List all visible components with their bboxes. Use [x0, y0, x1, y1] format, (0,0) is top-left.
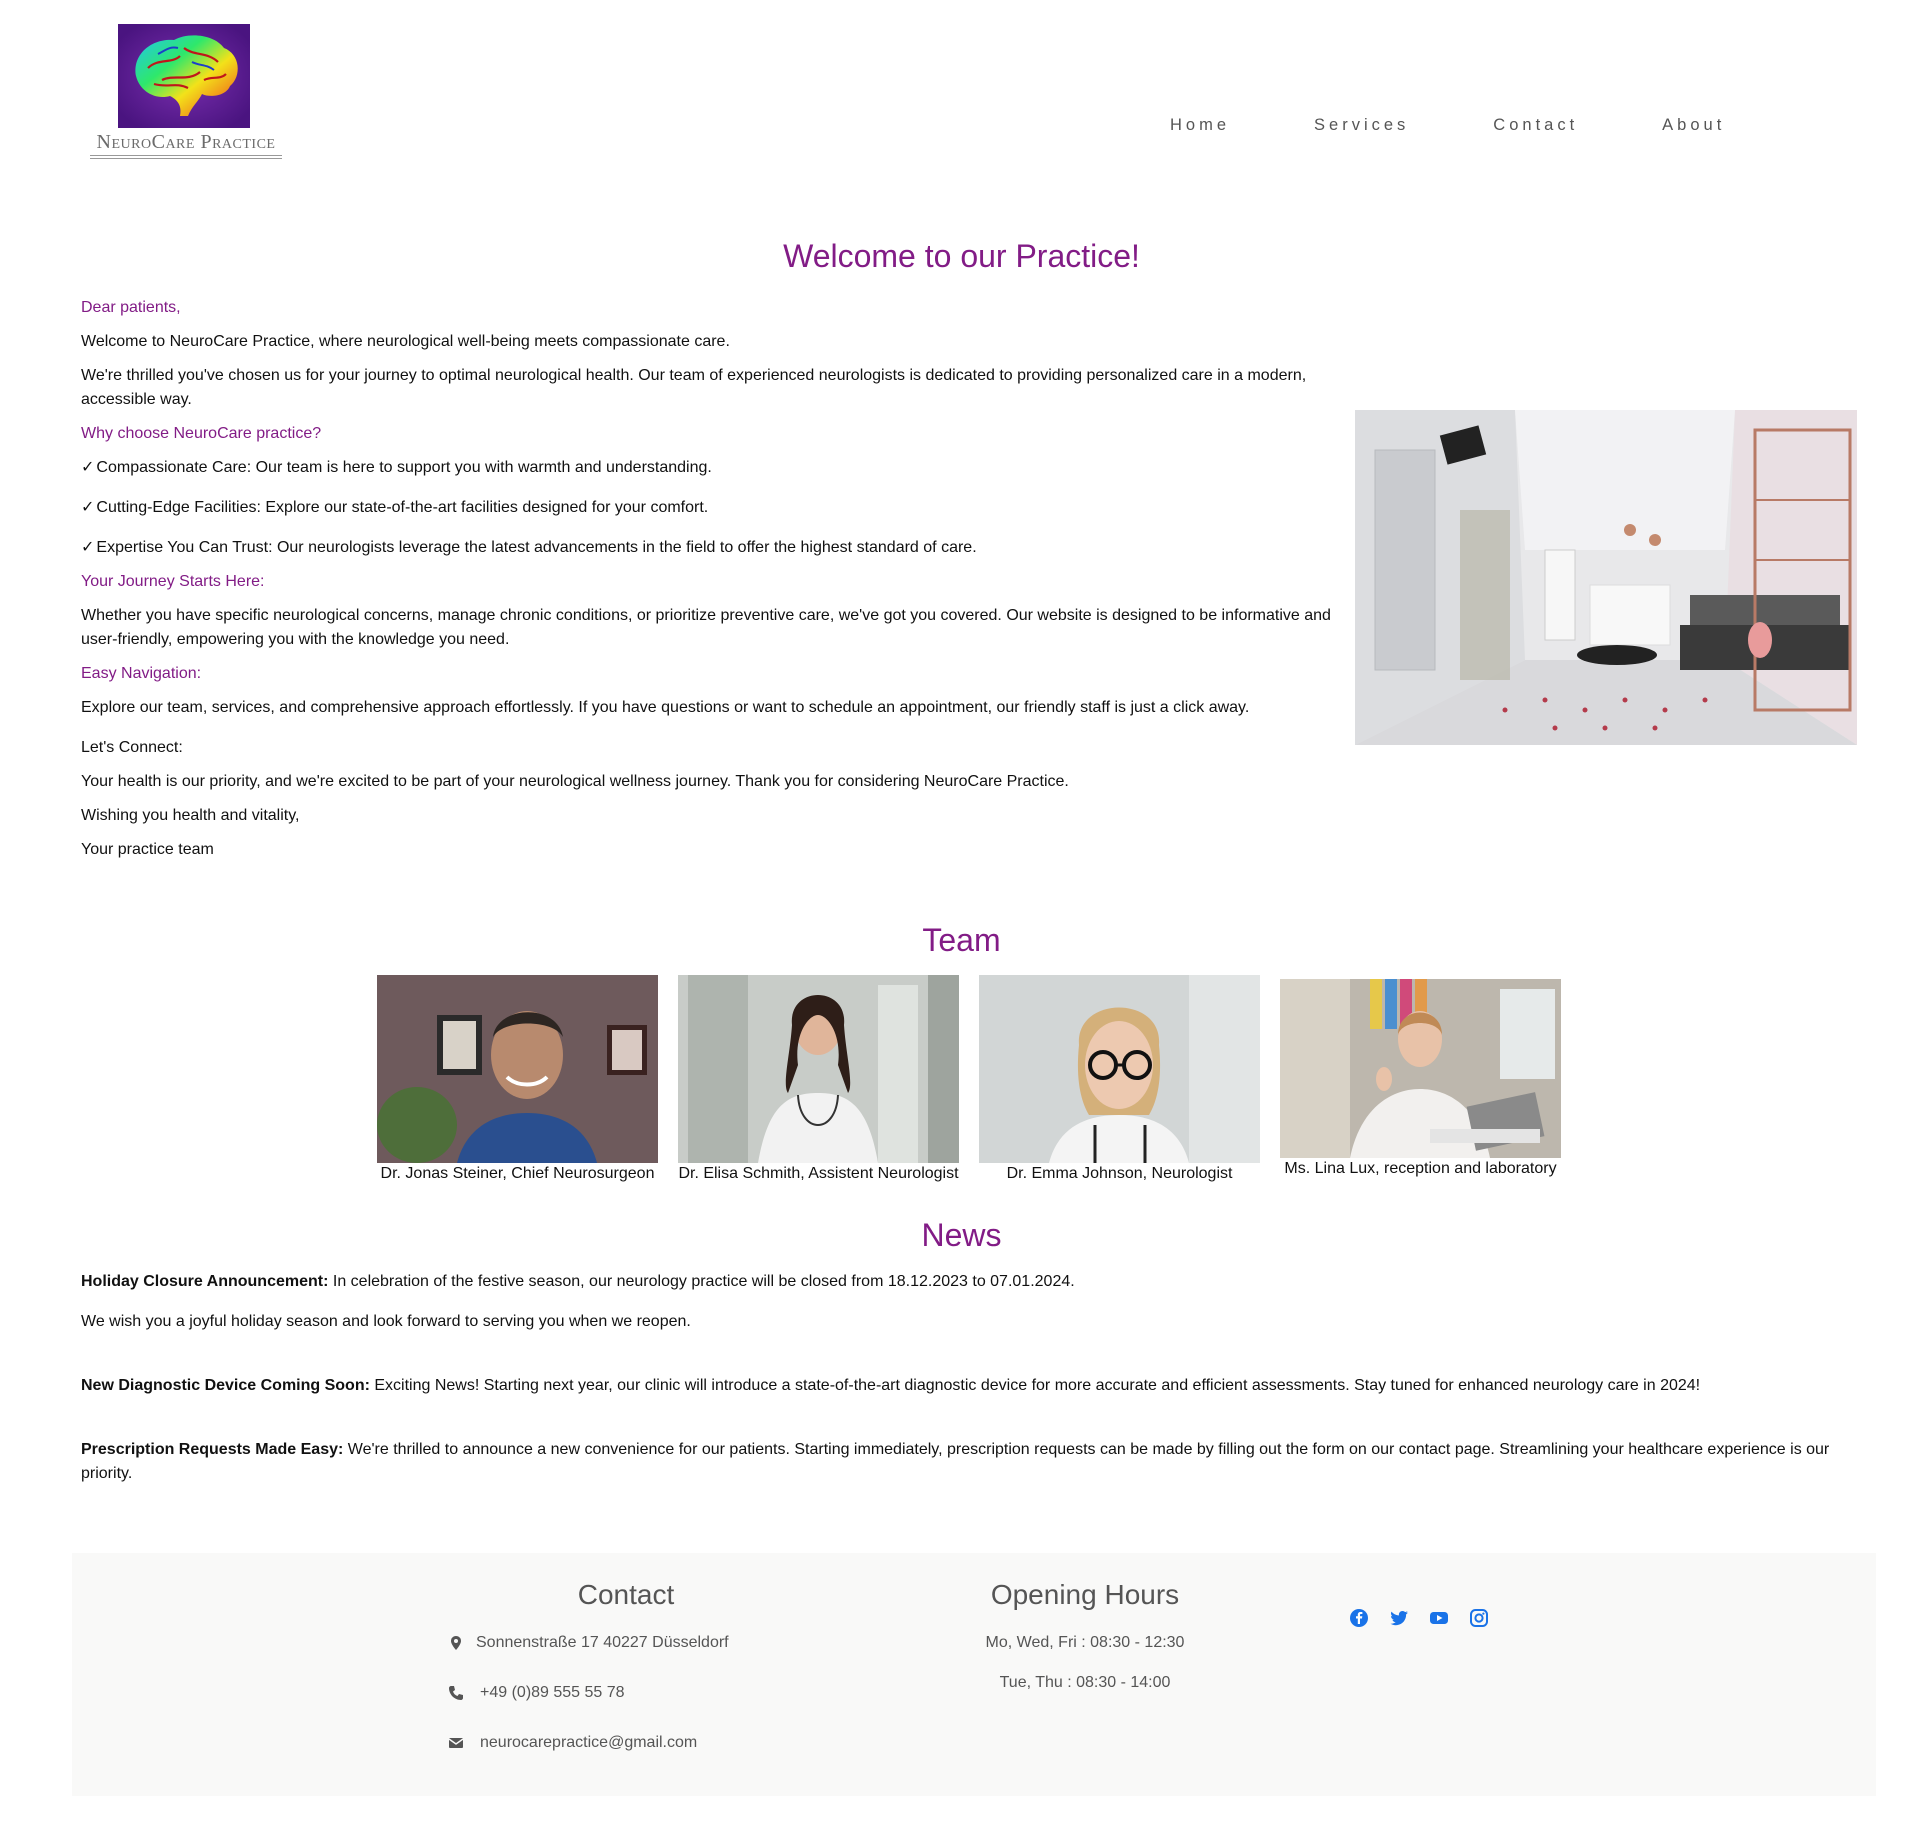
footer-hours-title: Opening Hours	[990, 1579, 1180, 1610]
site-logo[interactable]: NeuroCare Practice	[88, 24, 284, 160]
news-item-text: We wish you a joyful holiday season and …	[81, 1313, 691, 1330]
team-photo-lina	[1280, 979, 1561, 1158]
news-item-text: We're thrilled to announce a new conveni…	[81, 1441, 1830, 1482]
youtube-icon[interactable]	[1429, 1608, 1449, 1628]
checkmark-icon: ✓	[81, 499, 95, 516]
welcome-text: Dear patients, Welcome to NeuroCare Prac…	[81, 296, 1341, 872]
point-text: Compassionate Care: Our team is here to …	[96, 459, 712, 476]
team-gallery: Dr. Jonas Steiner, Chief Neurosurgeon Dr…	[377, 975, 1581, 1183]
team-member: Dr. Jonas Steiner, Chief Neurosurgeon	[377, 975, 658, 1183]
team-member-name: Dr. Emma Johnson, Neurologist	[1006, 1165, 1233, 1182]
team-photo-elisa	[678, 975, 959, 1163]
thrilled-text: We're thrilled you've chosen us for your…	[81, 367, 1307, 408]
point-text: Cutting-Edge Facilities: Explore our sta…	[96, 499, 709, 516]
practice-room-photo	[1355, 410, 1857, 745]
connect-heading: Let's Connect:	[81, 739, 183, 756]
news-item-text: In celebration of the festive season, ou…	[328, 1273, 1075, 1290]
nav-services[interactable]: Services	[1314, 116, 1409, 135]
footer-phone[interactable]: +49 (0)89 555 55 78	[480, 1684, 625, 1702]
team-photo-emma	[979, 975, 1260, 1163]
social-links	[1349, 1608, 1509, 1628]
site-footer: Contact Sonnenstraße 17 40227 Düsseldorf…	[72, 1553, 1876, 1796]
envelope-icon	[448, 1738, 464, 1748]
logo-underline	[90, 155, 282, 159]
logo-text: NeuroCare Practice	[96, 131, 276, 153]
twitter-icon[interactable]	[1389, 1608, 1409, 1628]
footer-email[interactable]: neurocarepractice@gmail.com	[480, 1734, 697, 1752]
team-photo-jonas	[377, 975, 658, 1163]
team-title: Team	[922, 922, 1001, 958]
point-expertise: ✓ Expertise You Can Trust: Our neurologis…	[81, 536, 1341, 560]
team-member-name: Ms. Lina Lux, reception and laboratory	[1284, 1160, 1557, 1177]
main-nav: Home Services Contact About	[1170, 116, 1809, 135]
checkmark-icon: ✓	[81, 539, 95, 556]
news-item: New Diagnostic Device Coming Soon: Excit…	[81, 1374, 1851, 1398]
navigation-heading: Easy Navigation:	[81, 665, 202, 682]
point-facilities: ✓ Cutting-Edge Facilities: Explore our st…	[81, 496, 1341, 520]
team-member-name: Dr. Jonas Steiner, Chief Neurosurgeon	[380, 1165, 655, 1182]
checkmark-icon: ✓	[81, 459, 95, 476]
footer-contact-title: Contact	[577, 1579, 675, 1610]
journey-heading: Your Journey Starts Here:	[81, 573, 265, 590]
point-text: Expertise You Can Trust: Our neurologist…	[96, 539, 977, 556]
nav-home[interactable]: Home	[1170, 116, 1230, 135]
map-marker-icon	[451, 1636, 461, 1650]
team-member: Ms. Lina Lux, reception and laboratory	[1280, 979, 1561, 1183]
wishing-text: Wishing you health and vitality,	[81, 807, 300, 824]
priority-text: Your health is our priority, and we're e…	[81, 773, 1069, 790]
team-member-name: Dr. Elisa Schmith, Assistent Neurologist	[678, 1165, 959, 1182]
team-member: Dr. Emma Johnson, Neurologist	[979, 975, 1260, 1183]
facebook-icon[interactable]	[1349, 1608, 1369, 1628]
news-title: News	[921, 1217, 1002, 1253]
signoff-text: Your practice team	[81, 841, 214, 858]
news-item-heading: Holiday Closure Announcement:	[81, 1273, 329, 1290]
team-member: Dr. Elisa Schmith, Assistent Neurologist	[678, 975, 959, 1183]
point-compassionate: ✓ Compassionate Care: Our team is here to…	[81, 456, 1341, 480]
footer-address: Sonnenstraße 17 40227 Düsseldorf	[476, 1634, 729, 1651]
instagram-icon[interactable]	[1469, 1608, 1489, 1628]
journey-text: Whether you have specific neurological c…	[81, 607, 1331, 648]
news-item-heading: New Diagnostic Device Coming Soon:	[81, 1377, 370, 1394]
intro-text: Welcome to NeuroCare Practice, where neu…	[81, 333, 730, 350]
news-item: We wish you a joyful holiday season and …	[81, 1310, 1851, 1334]
news-item: Holiday Closure Announcement: In celebra…	[81, 1270, 1851, 1294]
nav-about[interactable]: About	[1662, 116, 1725, 135]
navigation-text: Explore our team, services, and comprehe…	[81, 699, 1250, 716]
greeting: Dear patients,	[81, 299, 181, 316]
brain-logo-image	[118, 24, 250, 128]
hours-line-mwf: Mo, Wed, Fri : 08:30 - 12:30	[985, 1634, 1185, 1651]
nav-contact[interactable]: Contact	[1493, 116, 1578, 135]
welcome-title: Welcome to our Practice!	[783, 238, 1140, 274]
news-item: Prescription Requests Made Easy: We're t…	[81, 1438, 1851, 1486]
news-list: Holiday Closure Announcement: In celebra…	[81, 1270, 1851, 1502]
why-heading: Why choose NeuroCare practice?	[81, 425, 322, 442]
news-item-heading: Prescription Requests Made Easy:	[81, 1441, 344, 1458]
phone-icon	[449, 1686, 463, 1700]
hours-line-tt: Tue, Thu : 08:30 - 14:00	[999, 1674, 1171, 1691]
news-item-text: Exciting News! Starting next year, our c…	[369, 1377, 1701, 1394]
